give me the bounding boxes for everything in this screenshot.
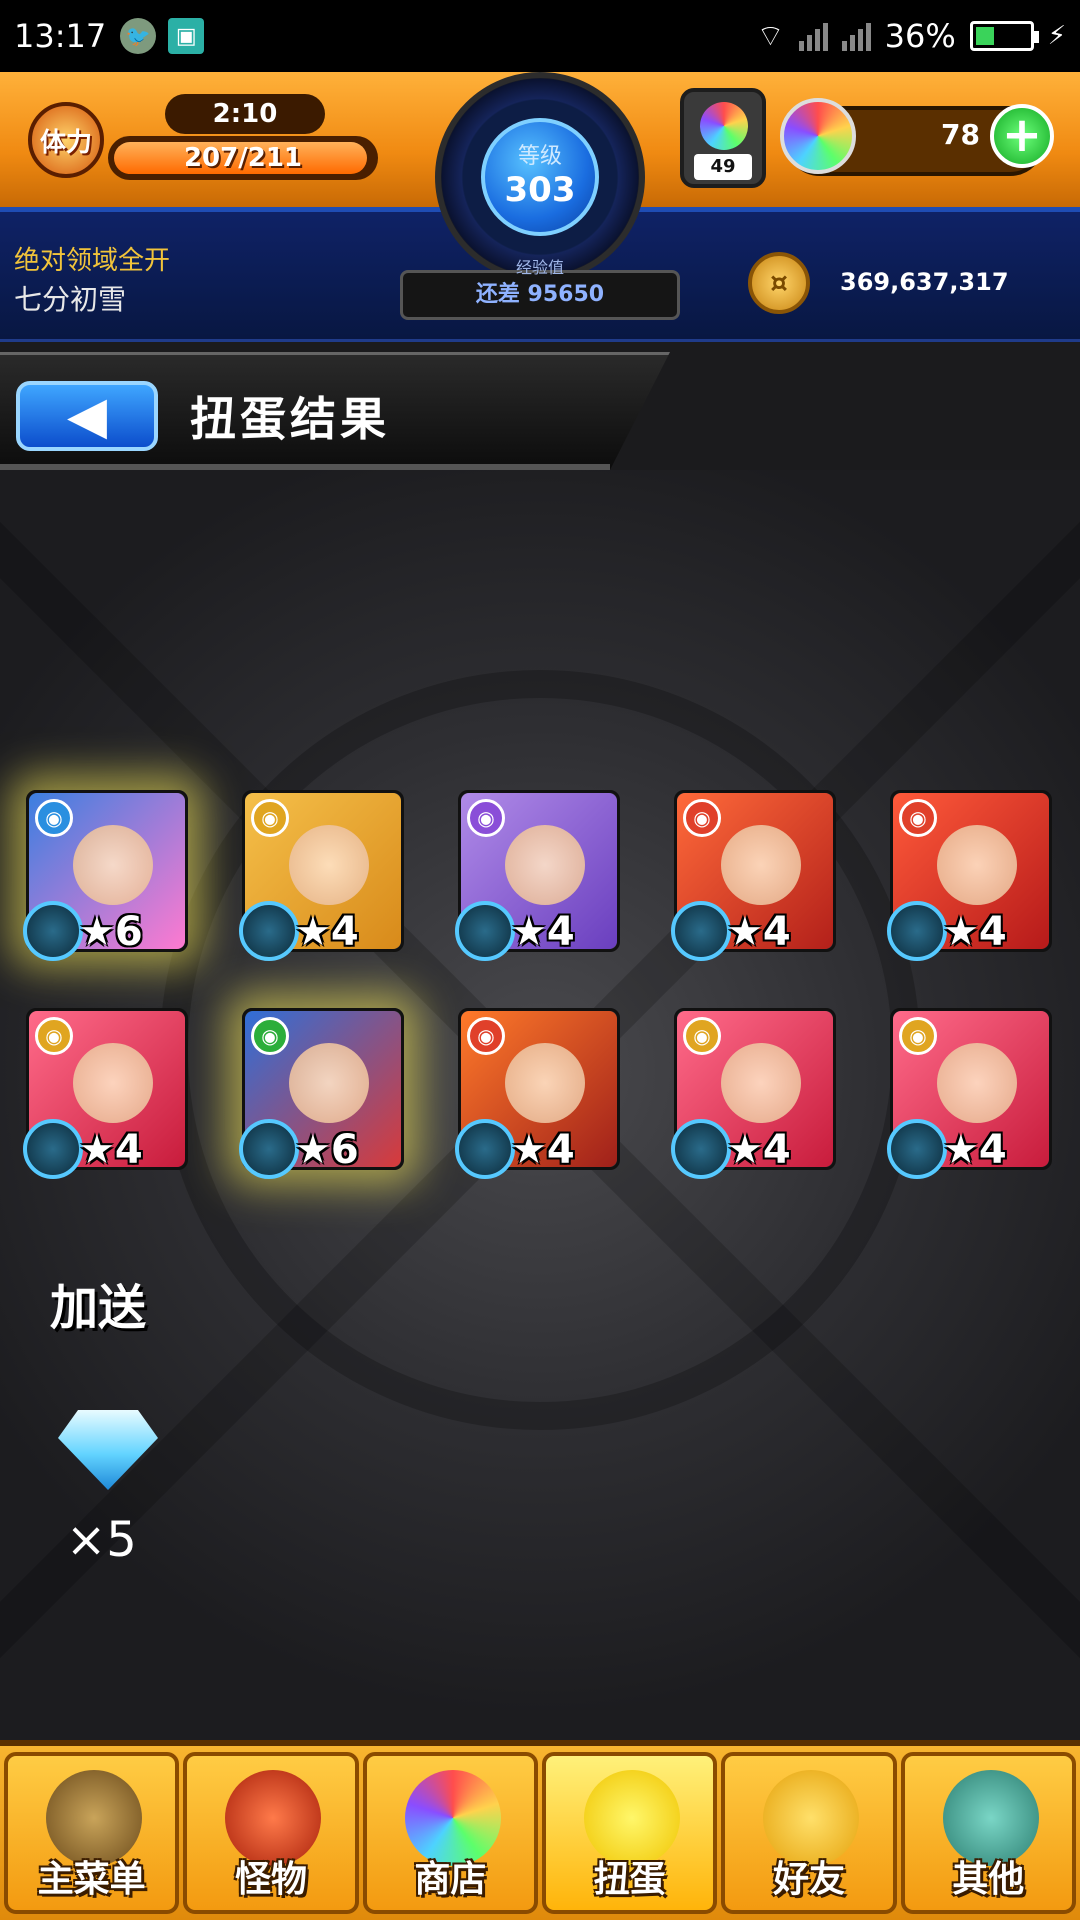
type-badge-icon [23,1119,83,1179]
clan-name: 绝对领域全开 [14,246,171,276]
rarity-stars: ★4 [79,1127,143,1173]
bottom-nav: 主菜单 怪物 商店 扭蛋 好友 其他 [0,1740,1080,1920]
monster-face [289,825,369,905]
light-element-icon: ◉ [35,1017,73,1055]
type-badge-icon [239,1119,299,1179]
light-element-icon: ◉ [251,799,289,837]
orb-case-count: 49 [694,154,752,180]
title-plate: ◀ 扭蛋结果 [0,352,670,470]
exp-remaining: 还差 95650 [475,282,605,307]
battery-icon [969,21,1039,51]
orb-count: 78 [941,118,980,151]
nav-home-gate[interactable]: 主菜单 [4,1752,180,1914]
bonus-quantity: ×5 [66,1512,137,1568]
monster-card[interactable]: ◉ ★4 [455,790,620,961]
monster-face [721,1043,801,1123]
signal-icon-2 [841,21,871,51]
rarity-stars: ★4 [511,909,575,955]
level-label: 等级 [517,144,562,169]
game-header: 体力 2:10 207/211 等级 303 还差 95650 经验值 49 7… [0,72,1080,342]
back-arrow-icon: ◀ [67,386,107,446]
type-badge-icon [671,901,731,961]
stamina-timer: 2:10 [165,94,325,134]
monster-card[interactable]: ◉ ★6 [23,790,188,961]
rarity-stars: ★4 [943,909,1007,955]
light-element-icon: ◉ [899,1017,937,1055]
type-badge-icon [887,1119,947,1179]
dark-element-icon: ◉ [467,799,505,837]
rarity-stars: ★4 [727,909,791,955]
status-time: 13:17 [14,17,107,55]
nav-label: 好友 [772,1859,845,1900]
nav-label: 其他 [952,1859,1025,1900]
monster-card[interactable]: ◉ ★4 [887,1008,1052,1179]
monster-card[interactable]: ◉ ★4 [239,790,404,961]
fire-element-icon: ◉ [683,799,721,837]
level-number: 303 [504,170,576,210]
gacha-results-grid: ◉ ★6 ◉ ★4 ◉ ★4 ◉ ★4 ◉ ★4 ◉ ★4 ◉ ★6 ◉ ★4 ◉ ★4 ◉ ★4 [0,790,1080,1179]
rarity-stars: ★6 [295,1127,359,1173]
rarity-stars: ★4 [511,1127,575,1173]
monster-card[interactable]: ◉ ★6 [239,1008,404,1179]
monster-face [937,825,1017,905]
type-badge-icon [455,1119,515,1179]
monster-card[interactable]: ◉ ★4 [671,1008,836,1179]
stamina-value: 207/211 [183,143,303,173]
nav-monster[interactable]: 怪物 [183,1752,359,1914]
charging-icon: ⚡ [1047,21,1066,51]
type-badge-icon [887,901,947,961]
back-button[interactable]: ◀ [16,381,158,451]
fire-element-icon: ◉ [467,1017,505,1055]
gold-coin-icon: ¤ [748,252,810,314]
rarity-stars: ★4 [727,1127,791,1173]
stamina-icon: 体力 [28,102,104,178]
monster-face [505,825,585,905]
rarity-stars: ★4 [943,1127,1007,1173]
wifi-icon: ⌔ [756,19,785,54]
monster-face [289,1043,369,1123]
orb-case-button[interactable]: 49 [680,88,766,188]
orb-case-icon [700,102,748,150]
monster-face [505,1043,585,1123]
nav-friends[interactable]: 好友 [721,1752,897,1914]
app-notification-icon: 🐦 [120,18,157,54]
water-element-icon: ◉ [35,799,73,837]
nav-label: 主菜单 [37,1859,146,1900]
nav-label: 商店 [414,1859,487,1900]
nav-gacha-egg[interactable]: 扭蛋 [541,1752,718,1914]
rarity-stars: ★6 [79,909,143,955]
fire-element-icon: ◉ [899,799,937,837]
nav-label: 怪物 [234,1859,307,1900]
type-badge-icon [239,901,299,961]
signal-icon-1 [798,21,828,51]
type-badge-icon [671,1119,731,1179]
rarity-stars: ★4 [295,909,359,955]
monster-face [73,1043,153,1123]
wood-element-icon: ◉ [251,1017,289,1055]
type-badge-icon [455,901,515,961]
monster-card[interactable]: ◉ ★4 [455,1008,620,1179]
nav-label: 扭蛋 [593,1859,666,1900]
monster-face [73,825,153,905]
nav-orb-shop[interactable]: 商店 [362,1752,538,1914]
monster-card[interactable]: ◉ ★4 [671,790,836,961]
coin-count: 369,637,317 [840,268,1009,296]
monster-face [721,825,801,905]
battery-percent: 36% [884,17,956,55]
monster-face [937,1043,1017,1123]
page-title: 扭蛋结果 [190,392,390,446]
exp-label: 经验值 [515,258,564,277]
rainbow-orb-icon [780,98,856,174]
monster-card[interactable]: ◉ ★4 [23,1008,188,1179]
monster-card[interactable]: ◉ ★4 [887,790,1052,961]
type-badge-icon [23,901,83,961]
level-ring[interactable]: 等级 303 [435,72,645,282]
buy-orb-button[interactable]: + [990,104,1054,168]
bonus-label: 加送 [50,1280,147,1336]
screenshot-icon: ▣ [168,18,205,54]
nav-other[interactable]: 其他 [900,1752,1076,1914]
light-element-icon: ◉ [683,1017,721,1055]
player-name: 七分初雪 [14,283,127,316]
status-bar: 13:17 🐦 ▣ ⌔ 36% ⚡ [0,0,1080,72]
